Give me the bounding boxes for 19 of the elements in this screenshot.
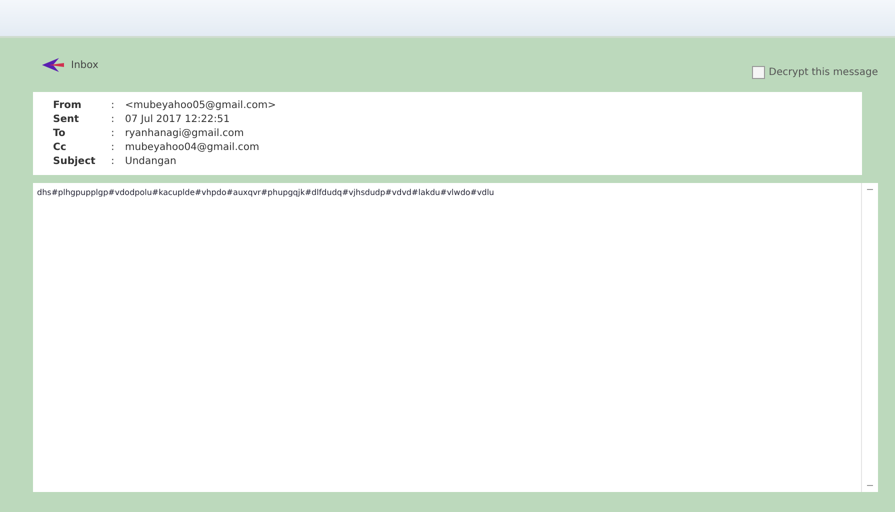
colon: : <box>111 142 116 153</box>
back-link[interactable]: Inbox <box>41 57 98 73</box>
colon: : <box>111 100 116 111</box>
colon: : <box>111 128 116 139</box>
field-value: Undangan <box>125 156 178 167</box>
field-value: <mubeyahoo05@gmail.com> <box>125 100 277 111</box>
colon: : <box>111 156 116 167</box>
field-label: Subject <box>53 156 96 167</box>
field-value: mubeyahoo04@gmail.com <box>125 142 260 153</box>
back-arrow-icon <box>41 57 65 73</box>
colon: : <box>111 114 116 125</box>
field-label: From <box>53 100 82 111</box>
field-value: ryanhanagi@gmail.com <box>125 128 245 139</box>
field-value: 07 Jul 2017 12:22:51 <box>125 114 231 125</box>
decrypt-checkbox[interactable]: Decrypt this message <box>752 66 878 78</box>
field-label: Cc <box>53 142 68 153</box>
field-label: To <box>53 128 66 139</box>
message-body: dhs#plhgpupplgp#vdodpolu#kacuplde#vhpdo#auxqvr#phupgqjk#dlfdudq#vjhsdudp#vdvd#lakdu#vlwdo#vdlu <box>36 187 496 199</box>
field-label: Sent <box>53 114 80 125</box>
